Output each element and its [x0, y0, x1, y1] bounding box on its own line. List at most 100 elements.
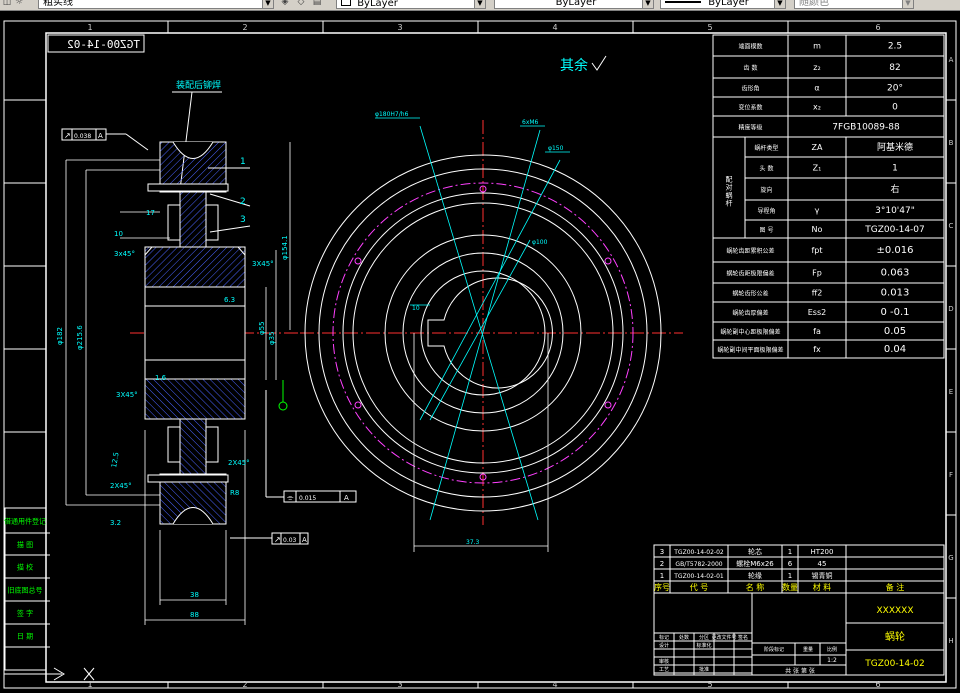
dim-width-10: 10 — [114, 230, 123, 238]
param-label: 蜗轮副中心距极限偏差 — [720, 328, 780, 336]
bom-cell: 2 — [660, 560, 664, 568]
weld-note: 装配后铆焊 — [176, 79, 221, 91]
param-value: 0 -0.1 — [880, 307, 909, 318]
web-top — [179, 191, 207, 248]
drawing-canvas[interactable]: 1 2 3 4 5 6 1 2 3 4 5 6 A B C D E F G H … — [0, 10, 960, 693]
layer-match-icon[interactable]: ◇ — [296, 0, 306, 7]
bom-cell: 螺栓M6x26 — [736, 559, 774, 568]
dim-roughness-3: 3.2 — [110, 519, 121, 527]
dim-rim-dia: φ154.1 — [281, 235, 289, 260]
gdt-datum: A — [344, 494, 349, 502]
param-symbol: Ess2 — [808, 308, 826, 317]
color-swatch-icon — [341, 0, 351, 6]
param-symbol: ff2 — [812, 289, 823, 298]
chevron-down-icon: ▼ — [474, 0, 485, 8]
gdt-value: 0.038 — [74, 133, 91, 140]
param-symbol: γ — [815, 206, 820, 215]
param-label: 齿形角 — [741, 85, 759, 93]
title-company: XXXXXX — [877, 606, 914, 616]
param-label: 变位系数 — [738, 104, 762, 112]
bom-header: 材 料 — [813, 582, 832, 592]
linetype2-select[interactable]: ByLayer ▼ — [494, 0, 654, 9]
param-label: 蜗杆类型 — [754, 144, 778, 152]
param-group-label: 配对蜗杆 — [726, 176, 733, 208]
bom-cell: 1 — [660, 572, 664, 580]
row-letter: G — [948, 554, 953, 562]
row-letter: H — [948, 637, 953, 645]
parameter-table: 配对蜗杆 端面模数 m 2.5 齿 数 z₂ 82 齿形角 α 20° 变位系数 x₂ 0 精度等级 7FG… — [712, 34, 945, 359]
chevron-down-icon: ▼ — [902, 0, 913, 8]
title-label: 标准化 — [696, 642, 711, 649]
title-label: 比例 — [827, 646, 837, 653]
row-letter: B — [949, 139, 954, 147]
dim-roughness-4: 6.3 — [224, 296, 235, 304]
chevron-down-icon: ▼ — [774, 0, 785, 8]
lineweight-value: ByLayer — [708, 0, 749, 8]
gdt-frame-bottom: ↗ 0.03 A — [230, 532, 309, 545]
linetype-select[interactable]: 粗实线 ▼ — [38, 0, 274, 9]
gdt-value: 0.03 — [283, 537, 297, 544]
param-value: 3°10'47" — [875, 206, 915, 216]
stamp-label: 描 图 — [17, 540, 33, 549]
title-label: 审核 — [659, 658, 669, 665]
bom-cell: TGZ00-14-02-01 — [673, 573, 724, 580]
gdt-frame-top: ↗ 0.038 A — [61, 128, 149, 151]
param-value: TGZ00-14-07 — [864, 225, 925, 235]
title-sheets: 共 张 第 张 — [785, 667, 815, 675]
row-letter: D — [948, 305, 953, 313]
param-label: 旋向 — [760, 186, 772, 194]
dim-d100: φ100 — [532, 239, 548, 246]
dim-d150: φ150 — [548, 145, 564, 152]
param-value: 右 — [890, 183, 899, 195]
param-label: 头 数 — [760, 165, 774, 173]
param-value: 7FGB10089-88 — [832, 123, 900, 133]
lineweight-line-icon — [665, 1, 701, 3]
param-symbol: No — [812, 225, 823, 234]
title-label: 分区 — [699, 634, 709, 641]
stamp-label: 日 期 — [17, 633, 33, 641]
sun-icon[interactable]: ☼ — [14, 0, 24, 7]
linetype2-value: ByLayer — [555, 0, 597, 8]
param-label: 蜗轮齿距累积公差 — [726, 247, 774, 255]
param-symbol: Z₁ — [813, 164, 822, 173]
dim-roughness-1: 1.6 — [155, 374, 167, 382]
dim-roughness-2: 12.5 — [110, 452, 121, 469]
param-symbol: z₂ — [813, 63, 820, 72]
bom-cell: 锡青铜 — [812, 571, 833, 580]
param-symbol: x₂ — [813, 103, 821, 112]
gdt-symbol: ↗ — [64, 131, 71, 140]
param-value: ±0.016 — [876, 245, 913, 256]
layer-state-icon[interactable]: ◫ — [2, 0, 12, 7]
title-scale: 1:2 — [827, 657, 837, 664]
dim-key: 10 — [412, 305, 420, 312]
plotstyle-value: 随颜色 — [799, 0, 829, 8]
param-value: 0 — [892, 103, 898, 113]
bom-cell: HT200 — [811, 548, 834, 556]
col-number: 6 — [875, 23, 880, 32]
gdt-value: 0.015 — [299, 495, 316, 502]
roughness-symbol-icon — [591, 55, 607, 71]
layer-tools-icon[interactable]: ▤ — [312, 0, 322, 7]
plotstyle-select[interactable]: 随颜色 ▼ — [794, 0, 914, 9]
bom-header: 序号 — [654, 582, 670, 592]
title-label: 批准 — [699, 666, 709, 673]
hub-bottom — [144, 378, 246, 420]
col-number: 4 — [552, 23, 557, 32]
dim-pitch-dia: φ182 — [56, 327, 64, 345]
dim-chamfer-3: 3X45° — [116, 391, 138, 399]
gdt-symbol: ⌯ — [287, 493, 294, 502]
gdt-symbol: ↗ — [274, 535, 281, 544]
bolt-bottom — [147, 474, 229, 483]
chevron-down-icon: ▼ — [262, 0, 273, 8]
surface-roughness-note: 其余 — [560, 57, 588, 74]
bom-header: 备 注 — [886, 582, 905, 592]
bolt-top — [147, 183, 229, 192]
color-select[interactable]: ByLayer ▼ — [336, 0, 486, 9]
param-label: 图 号 — [760, 227, 774, 234]
front-view[interactable] — [300, 117, 683, 552]
dim-width: 37.3 — [466, 539, 480, 546]
lineweight-select[interactable]: ByLayer ▼ — [660, 0, 786, 9]
bom-cell: 6 — [788, 560, 793, 568]
callout-3: 3 — [240, 215, 246, 225]
layer-previous-icon[interactable]: ◈ — [280, 0, 290, 7]
